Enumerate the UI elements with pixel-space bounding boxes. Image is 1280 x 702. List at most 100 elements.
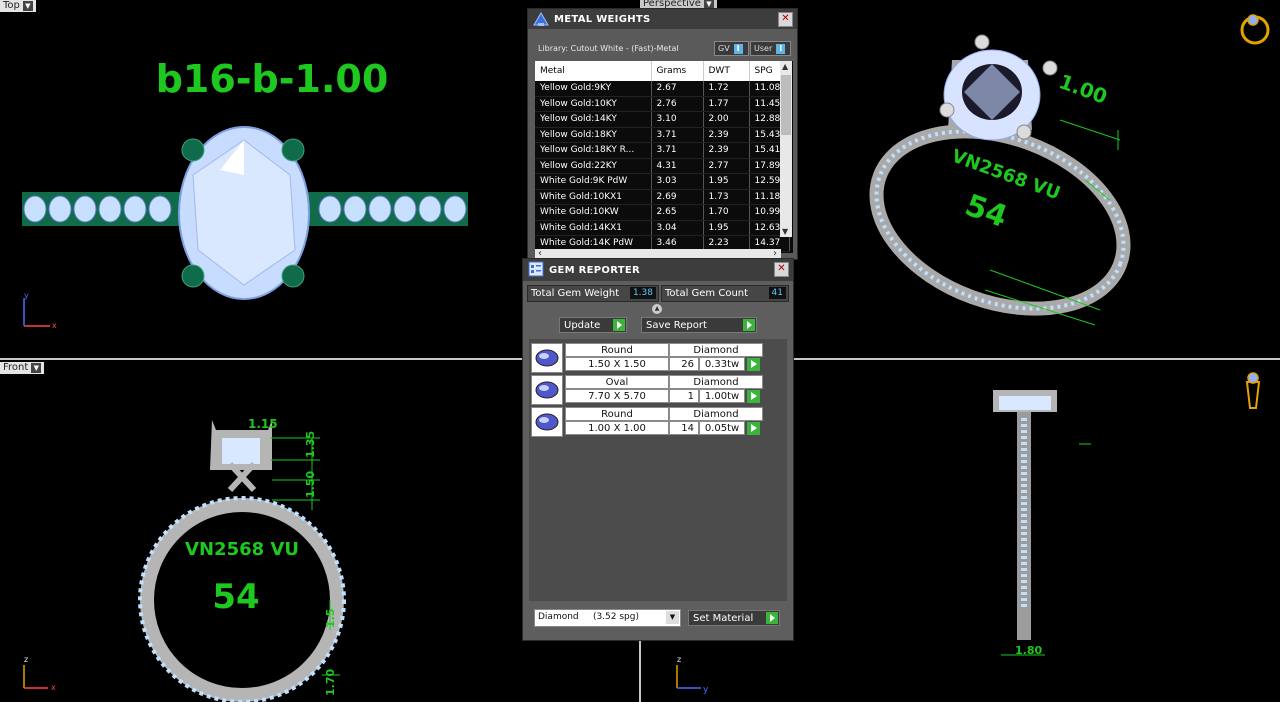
gem-reporter-titlebar[interactable]: GEM REPORTER ✕ <box>523 259 793 281</box>
save-report-button[interactable]: Save Report <box>641 317 757 333</box>
gem-count: 26 <box>669 357 699 371</box>
gem-material: Diamond <box>669 343 763 357</box>
update-button[interactable]: Update <box>559 317 627 333</box>
ring-side <box>993 390 1057 640</box>
metal-table-container[interactable]: Metal Grams DWT SPG Yellow Gold:9KY 2.67 1… <box>535 61 793 253</box>
axis-indicator: z x <box>23 655 56 692</box>
gem-weight: 1.00tw <box>699 389 745 403</box>
total-gem-weight-label: Total Gem Weight <box>531 288 620 299</box>
gem-reporter-panel: GEM REPORTER ✕ Total Gem Weight 1.38 Tot… <box>522 258 794 641</box>
gem-shape-icon <box>535 349 559 367</box>
table-row[interactable]: White Gold:10KW 2.65 1.70 10.99 <box>535 204 790 221</box>
user-toggle[interactable]: User I <box>750 41 791 56</box>
metal-table-vscrollbar[interactable]: ▲ ▼ <box>780 61 792 237</box>
table-row[interactable]: White Gold:9K PdW 3.03 1.95 12.59 <box>535 173 790 190</box>
front-dim-1: 1.35 <box>304 431 317 458</box>
metal-weights-panel: METAL WEIGHTS ✕ Library: Cutout White - … <box>527 8 798 261</box>
metal-name-cell: White Gold:14KX1 <box>535 220 652 236</box>
gem-row[interactable]: Round Diamond 1.00 X 1.00 14 0.05tw <box>531 407 763 437</box>
gem-row[interactable]: Round Diamond 1.50 X 1.50 26 0.33tw <box>531 343 763 373</box>
dwt-cell: 2.39 <box>703 127 750 143</box>
front-dim-2: 1.50 <box>304 471 317 498</box>
dwt-cell: 1.72 <box>703 81 750 97</box>
grams-cell: 2.76 <box>651 96 704 112</box>
grams-cell: 3.04 <box>651 220 704 236</box>
svg-text:y: y <box>703 685 709 695</box>
table-row[interactable]: White Gold:14KX1 3.04 1.95 12.63 <box>535 220 790 236</box>
material-select-value: Diamond (3.52 spg) <box>538 612 639 622</box>
ring-side-gizmo-icon[interactable] <box>1245 372 1261 409</box>
metal-table-header: Metal Grams DWT SPG <box>535 61 790 81</box>
chevron-down-icon[interactable]: ▼ <box>666 611 679 624</box>
grams-cell: 3.71 <box>651 142 704 159</box>
grams-cell: 3.03 <box>651 173 704 190</box>
gem-weight: 0.05tw <box>699 421 745 435</box>
gv-toggle-label: GV <box>718 44 730 53</box>
save-report-button-label: Save Report <box>646 319 707 331</box>
metal-weights-titlebar[interactable]: METAL WEIGHTS ✕ <box>528 9 797 29</box>
gem-shape-icon <box>535 413 559 431</box>
table-row[interactable]: Yellow Gold:9KY 2.67 1.72 11.08 <box>535 81 790 97</box>
table-row[interactable]: Yellow Gold:10KY 2.76 1.77 11.45 <box>535 96 790 112</box>
gem-material: Diamond <box>669 407 763 421</box>
info-icon: I <box>733 43 743 54</box>
material-select[interactable]: Diamond (3.52 spg) ▼ <box>534 609 681 627</box>
user-toggle-label: User <box>754 44 773 53</box>
front-dim-3: 1.5 <box>324 609 337 629</box>
table-row[interactable]: Yellow Gold:14KY 3.10 2.00 12.88 <box>535 111 790 128</box>
play-icon <box>743 319 755 331</box>
gem-material: Diamond <box>669 375 763 389</box>
side-dim-text: 1.80 <box>1015 644 1042 657</box>
column-header-metal[interactable]: Metal <box>535 61 652 81</box>
table-row[interactable]: Yellow Gold:22KY 4.31 2.77 17.89 <box>535 158 790 174</box>
viewport-top[interactable]: Top ▼ b16-b-1.00 y x <box>0 0 520 358</box>
scroll-down-icon[interactable]: ▼ <box>782 227 788 236</box>
scroll-up-icon[interactable]: ▲ <box>782 62 788 71</box>
ring-gizmo-icon[interactable] <box>1240 14 1270 45</box>
dwt-cell: 1.95 <box>703 173 750 190</box>
gem-shape: Oval <box>565 375 669 389</box>
dwt-cell: 1.95 <box>703 220 750 236</box>
metal-name-cell: Yellow Gold:18KY R... <box>535 142 652 159</box>
gem-select-play-icon[interactable] <box>747 390 760 403</box>
metal-name-cell: White Gold:9K PdW <box>535 173 652 190</box>
gem-select-play-icon[interactable] <box>747 422 760 435</box>
collapse-toggle-icon[interactable]: ▲ <box>652 304 662 314</box>
metal-name-cell: White Gold:10KX1 <box>535 189 652 205</box>
scrollbar-thumb[interactable] <box>781 75 791 135</box>
gem-row[interactable]: Oval Diamond 7.70 X 5.70 1 1.00tw <box>531 375 763 405</box>
gem-select-play-icon[interactable] <box>747 358 760 371</box>
grams-cell: 2.67 <box>651 81 704 97</box>
play-icon <box>613 319 625 331</box>
perspective-labels: 1.00 <box>1056 69 1111 108</box>
dwt-cell: 2.77 <box>703 158 750 174</box>
model-title-text: b16-b-1.00 <box>156 57 389 101</box>
metal-table: Metal Grams DWT SPG Yellow Gold:9KY 2.67 1… <box>535 61 790 252</box>
column-header-dwt[interactable]: DWT <box>703 61 750 81</box>
column-header-grams[interactable]: Grams <box>651 61 704 81</box>
persp-size-text: 54 <box>961 188 1012 235</box>
set-material-button[interactable]: Set Material <box>688 610 780 626</box>
grams-cell: 3.71 <box>651 127 704 143</box>
top-view-drawing: b16-b-1.00 y x <box>22 57 468 330</box>
side-dimension-lines <box>1001 443 1091 656</box>
total-gem-count-value: 41 <box>768 287 786 299</box>
gem-shape-icon <box>535 381 559 399</box>
table-row[interactable]: Yellow Gold:18KY 3.71 2.39 15.43 <box>535 127 790 143</box>
grams-cell: 3.10 <box>651 111 704 128</box>
metal-name-cell: Yellow Gold:14KY <box>535 111 652 128</box>
svg-text:x: x <box>51 683 56 692</box>
play-icon <box>766 612 778 624</box>
gv-toggle[interactable]: GV I <box>714 41 749 56</box>
metal-name-cell: White Gold:10KW <box>535 204 652 221</box>
close-icon[interactable]: ✕ <box>774 262 789 277</box>
gem-count: 1 <box>669 389 699 403</box>
table-row[interactable]: Yellow Gold:18KY R... 3.71 2.39 15.41 <box>535 142 790 159</box>
table-row[interactable]: White Gold:10KX1 2.69 1.73 11.18 <box>535 189 790 205</box>
gem-list[interactable]: Round Diamond 1.50 X 1.50 26 0.33tw Oval Diamo… <box>529 339 787 601</box>
gem-shape: Round <box>565 407 669 421</box>
info-icon: I <box>776 43 786 54</box>
front-dim-4: 1.70 <box>324 669 337 696</box>
close-icon[interactable]: ✕ <box>778 12 793 27</box>
dwt-cell: 1.73 <box>703 189 750 205</box>
